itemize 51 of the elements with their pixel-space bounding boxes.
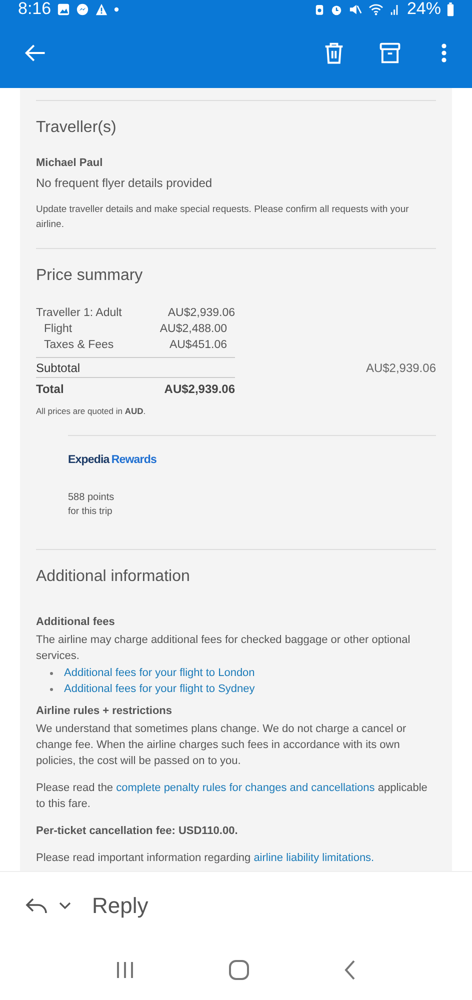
- battery-saver-icon: [314, 2, 324, 16]
- cancellation-fee-text: Per-ticket cancellation fee: USD110.00.: [36, 824, 239, 839]
- bullet-icon: [50, 672, 53, 674]
- text-link[interactable]: airline liability limitations.: [254, 852, 374, 864]
- section-heading: Additional information: [36, 568, 191, 586]
- price-amount: AU$451.06: [168, 339, 227, 351]
- gallery-icon: [57, 2, 70, 16]
- paragraph: We understand that sometimes plans change. We do not charge a cancel or change fee. When the airline charges such fees in accordance with its own policies, the cost will be passed on to you.: [36, 722, 408, 769]
- reply-button[interactable]: [24, 896, 50, 916]
- reply-label-button[interactable]: Reply: [92, 893, 148, 919]
- bullet-icon: [50, 688, 53, 690]
- subheading: Additional fees: [36, 616, 116, 628]
- subheading: Airline rules + restrictions: [36, 705, 174, 717]
- home-icon[interactable]: [228, 959, 250, 981]
- recent-apps-icon[interactable]: [114, 960, 135, 980]
- price-amount: AU$2,939.06: [166, 307, 235, 319]
- total-label: Total: [36, 382, 65, 396]
- subtotal-amount: AU$2,939.06: [366, 360, 436, 374]
- clock-time: 8:16: [18, 0, 52, 19]
- price-label: Flight: [43, 323, 74, 335]
- dot-icon: [114, 6, 120, 12]
- rewards-logo: Expedia Rewards: [68, 454, 156, 466]
- battery-icon: [447, 2, 454, 16]
- warning-icon: [95, 2, 108, 16]
- frequent-flyer-text: No frequent flyer details provided: [36, 176, 214, 190]
- traveller-note: Update traveller details and make special requests. Please confirm all requests with your airline.: [36, 203, 410, 232]
- wifi-icon: [368, 2, 384, 16]
- points-note: for this trip: [68, 505, 114, 519]
- paragraph: Please read the complete penalty rules for changes and cancellations applicable to this fare.: [36, 781, 428, 812]
- subtotal-label: Subtotal: [36, 360, 82, 374]
- section-heading: Price summary: [36, 267, 144, 285]
- fee-link[interactable]: Additional fees for your flight to London: [64, 665, 255, 681]
- paragraph: The airline may charge additional fees for checked baggage or other optional services.: [36, 633, 412, 664]
- fee-link[interactable]: Additional fees for your flight to Sydney: [64, 681, 255, 697]
- points-text: 588 points: [68, 491, 116, 505]
- reply-options-button[interactable]: [58, 901, 72, 911]
- total-amount: AU$2,939.06: [163, 382, 235, 396]
- archive-button[interactable]: [377, 40, 403, 66]
- section-heading: Traveller(s): [36, 119, 118, 137]
- text-link[interactable]: complete penalty rules for changes and cancellations: [116, 782, 375, 794]
- back-nav-icon[interactable]: [343, 959, 358, 981]
- paragraph: Please read important information regarding airline liability limitations.: [36, 851, 376, 866]
- price-amount: AU$2,488.00: [158, 323, 227, 335]
- currency-note: All prices are quoted in AUD.: [36, 405, 147, 418]
- mute-icon: [348, 2, 362, 16]
- traveller-name: Michael Paul: [36, 157, 104, 169]
- price-label: Traveller 1: Adult: [36, 307, 123, 319]
- price-label: Taxes & Fees: [43, 339, 115, 351]
- messenger-icon: [76, 2, 90, 16]
- signal-icon: [390, 2, 399, 16]
- battery-percentage: 24%: [406, 0, 441, 19]
